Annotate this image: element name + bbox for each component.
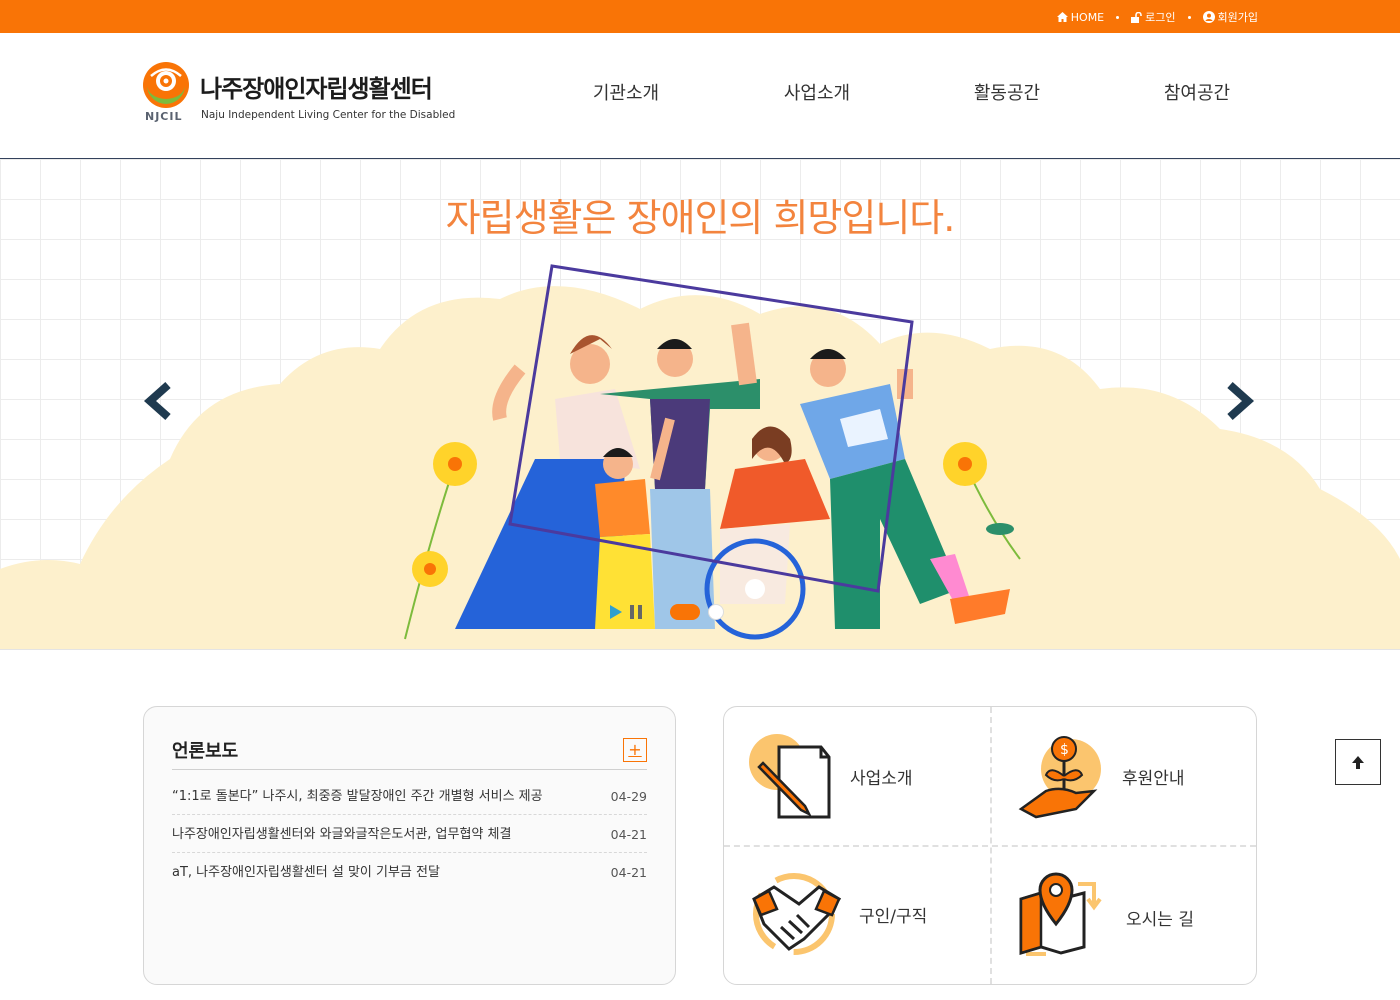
svg-text:$: $ (1060, 742, 1069, 758)
quick-item-label: 후원안내 (1122, 769, 1185, 789)
news-title: “1:1로 돌본다” 나주시, 최중증 발달장애인 주간 개별형 서비스 제공 (172, 789, 543, 804)
nav-item-business[interactable]: 사업소개 (752, 79, 882, 105)
logo-abbreviation: NJCIL (145, 110, 183, 123)
list-item[interactable]: aT, 나주장애인자립생활센터 설 맞이 기부금 전달 04-21 (172, 853, 647, 891)
news-date: 04-21 (610, 827, 647, 842)
news-list: “1:1로 돌본다” 나주시, 최중증 발달장애인 주간 개별형 서비스 제공 … (172, 777, 647, 891)
nav-item-participation[interactable]: 참여공간 (1132, 79, 1262, 105)
hero-banner: 자립생활은 장애인의 희망입니다. (0, 159, 1400, 650)
site-logo[interactable]: NJCIL 나주장애인자립생활센터 Naju Independent Livin… (142, 61, 472, 127)
map-pin-icon (1019, 872, 1102, 956)
quick-item-label: 구인/구직 (859, 907, 928, 927)
board-title: 언론보도 (172, 741, 239, 762)
home-link-label: HOME (1070, 10, 1105, 24)
home-link[interactable]: HOME (1056, 10, 1105, 24)
news-date: 04-21 (610, 865, 647, 880)
pencil-document-icon (749, 734, 831, 819)
separator-dot (1116, 15, 1120, 19)
slider-controls (610, 604, 724, 620)
quick-menu: 사업소개 $ 후원안내 구인/구직 오시는 길 (723, 706, 1257, 985)
more-button[interactable]: + (623, 738, 647, 762)
list-item[interactable]: “1:1로 돌본다” 나주시, 최중증 발달장애인 주간 개별형 서비스 제공 … (172, 777, 647, 815)
pause-icon[interactable] (630, 605, 642, 619)
hero-title: 자립생활은 장애인의 희망입니다. (445, 196, 956, 240)
site-header: NJCIL 나주장애인자립생활센터 Naju Independent Livin… (0, 33, 1400, 159)
arrow-up-icon (1352, 756, 1364, 769)
nav-item-activity[interactable]: 활동공간 (942, 79, 1072, 105)
chevron-left-icon[interactable] (140, 381, 176, 421)
separator-dot (1187, 15, 1191, 19)
news-date: 04-29 (610, 789, 647, 804)
play-icon[interactable] (610, 605, 622, 619)
nav-item-about[interactable]: 기관소개 (561, 79, 691, 105)
user-circle-icon (1202, 11, 1215, 23)
quick-item-label: 사업소개 (850, 769, 913, 789)
news-title: aT, 나주장애인자립생활센터 설 맞이 기부금 전달 (172, 865, 440, 880)
slide-indicator[interactable] (708, 604, 724, 620)
logo-subtitle: Naju Independent Living Center for the D… (201, 109, 456, 121)
login-link[interactable]: 로그인 (1131, 9, 1176, 25)
logo-mark-icon (143, 62, 189, 108)
list-item[interactable]: 나주장애인자립생활센터와 와글와글작은도서관, 업무협약 체결 04-21 (172, 815, 647, 853)
quick-item-jobs[interactable]: 구인/구직 (724, 847, 990, 984)
handshake-icon (752, 873, 842, 955)
quick-item-business[interactable]: 사업소개 (724, 707, 990, 845)
scroll-to-top-button[interactable] (1335, 739, 1381, 785)
signup-link-label: 회원가입 (1217, 11, 1258, 24)
press-board: 언론보도 + “1:1로 돌본다” 나주시, 최중증 발달장애인 주간 개별형 … (143, 706, 676, 985)
login-link-label: 로그인 (1145, 11, 1176, 24)
quick-item-donation[interactable]: $ 후원안내 (992, 707, 1256, 845)
utility-links: HOME 로그인 회원가입 (1056, 9, 1258, 25)
signup-link[interactable]: 회원가입 (1202, 9, 1258, 25)
chevron-right-icon[interactable] (1222, 381, 1258, 421)
top-bar: HOME 로그인 회원가입 (0, 0, 1400, 33)
quick-item-directions[interactable]: 오시는 길 (992, 847, 1256, 984)
slide-indicator-active[interactable] (670, 604, 700, 620)
home-icon (1056, 12, 1068, 22)
quick-item-label: 오시는 길 (1126, 910, 1194, 930)
divider (172, 769, 647, 770)
logo-title: 나주장애인자립생활센터 (200, 75, 433, 103)
donation-plant-icon: $ (1018, 736, 1101, 819)
unlock-icon (1131, 11, 1142, 23)
news-title: 나주장애인자립생활센터와 와글와글작은도서관, 업무협약 체결 (172, 827, 512, 842)
